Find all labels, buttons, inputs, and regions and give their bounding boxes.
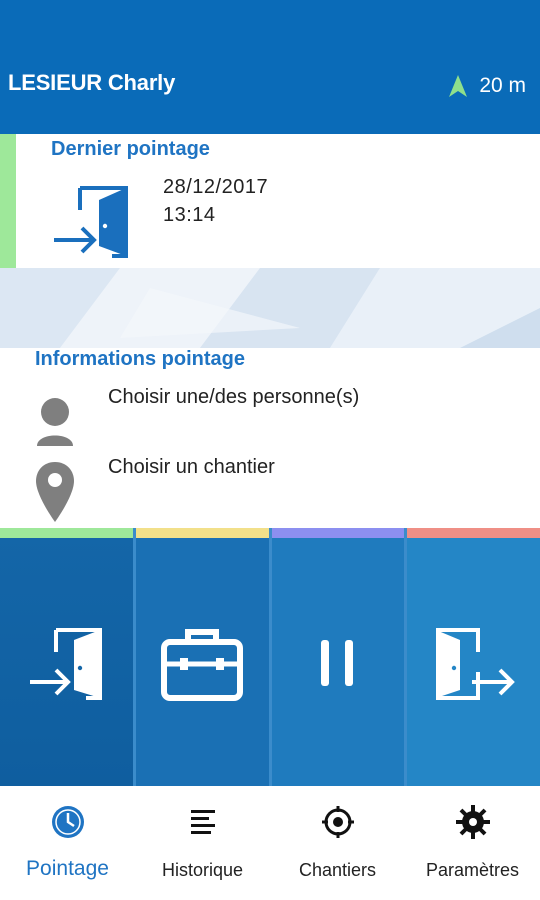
action-buttons xyxy=(0,528,540,786)
navigation-arrow-icon xyxy=(449,75,468,97)
bottom-navigation: Pointage Historique Chantiers Paramètres xyxy=(0,786,540,900)
work-button[interactable] xyxy=(135,528,272,786)
nav-tab-pointage[interactable]: Pointage xyxy=(0,786,135,900)
last-clock-title: Dernier pointage xyxy=(51,138,210,160)
app-header: LESIEUR Charly 20 m xyxy=(0,0,540,134)
clock-in-button[interactable] xyxy=(0,528,136,786)
info-title: Informations pointage xyxy=(35,348,245,370)
last-clock-date: 28/12/2017 xyxy=(163,176,269,198)
clock-out-button[interactable] xyxy=(407,528,540,786)
gps-status: 20 m xyxy=(449,74,526,98)
clock-out-bar xyxy=(407,528,540,538)
nav-label-chantiers: Chantiers xyxy=(298,860,377,880)
clock-in-bar xyxy=(0,528,133,538)
choose-site-link[interactable]: Choisir un chantier xyxy=(108,456,275,479)
choose-person-link[interactable]: Choisir une/des personne(s) xyxy=(108,386,359,409)
briefcase-icon xyxy=(161,629,244,701)
nav-tab-parametres[interactable]: Paramètres xyxy=(405,786,540,900)
nav-tab-historique[interactable]: Historique xyxy=(135,786,270,900)
nav-label-pointage: Pointage xyxy=(26,857,109,880)
door-enter-icon xyxy=(52,182,132,267)
pause-bar xyxy=(271,528,405,538)
nav-tab-chantiers[interactable]: Chantiers xyxy=(270,786,405,900)
user-name: LESIEUR Charly xyxy=(8,70,176,95)
target-icon xyxy=(321,806,354,838)
person-icon[interactable] xyxy=(34,396,76,453)
gear-icon xyxy=(455,805,490,839)
gps-accuracy: 20 m xyxy=(479,74,526,97)
pause-icon xyxy=(320,640,353,686)
decorative-banner xyxy=(0,268,540,348)
clock-info-section: Informations pointage Choisir une/des pe… xyxy=(0,348,540,528)
card-accent xyxy=(0,134,16,268)
list-icon xyxy=(190,810,215,834)
work-bar xyxy=(135,528,269,538)
location-pin-icon[interactable] xyxy=(34,460,76,529)
door-exit-icon xyxy=(435,628,515,700)
nav-label-parametres: Paramètres xyxy=(425,860,520,880)
clock-icon xyxy=(51,806,84,838)
nav-label-historique: Historique xyxy=(161,860,244,880)
door-enter-icon xyxy=(30,628,103,700)
pause-button[interactable] xyxy=(271,528,408,786)
last-clock-time: 13:14 xyxy=(163,204,216,226)
last-clock-card: Dernier pointage 28/12/2017 13:14 xyxy=(0,134,540,268)
